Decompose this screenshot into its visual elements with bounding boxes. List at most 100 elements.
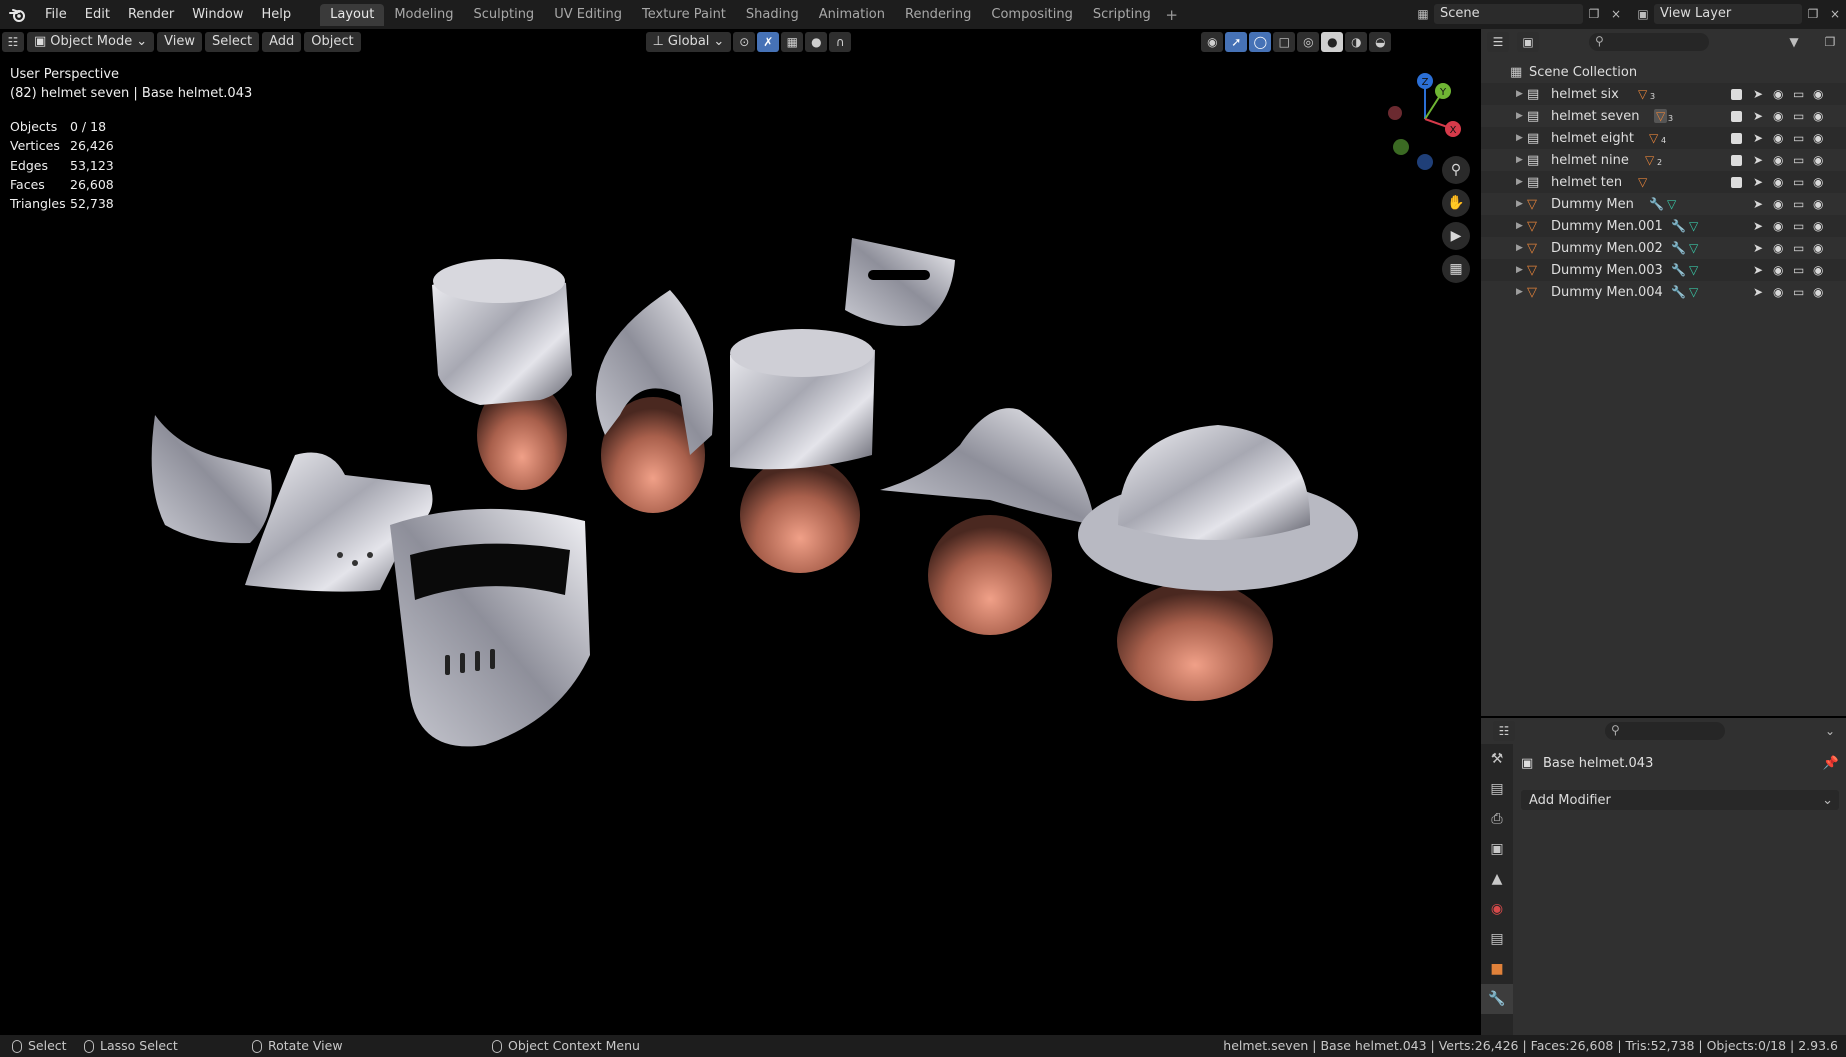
gizmo-toggle-icon[interactable]: ➚ xyxy=(1225,32,1248,52)
world-tab-icon[interactable]: ◉ xyxy=(1481,894,1513,924)
tab-layout[interactable]: Layout xyxy=(320,3,385,26)
tab-compositing[interactable]: Compositing xyxy=(981,4,1083,26)
filter-icon[interactable]: ▼ xyxy=(1783,32,1805,52)
xray-toggle-icon[interactable]: □ xyxy=(1273,32,1296,52)
rendered-shading-icon[interactable]: ◒ xyxy=(1369,32,1392,52)
eye-icon[interactable]: ◉ xyxy=(1773,131,1783,145)
solid-shading-icon[interactable]: ● xyxy=(1321,32,1344,52)
tab-shading[interactable]: Shading xyxy=(736,4,809,26)
new-view-layer-icon[interactable]: ❐ xyxy=(1802,4,1824,24)
modifier-tab-icon[interactable]: 🔧 xyxy=(1481,984,1513,1014)
3d-viewport[interactable]: ☷ ▣ Object Mode ⌄ View Select Add Object ⊥… xyxy=(0,29,1480,1035)
outliner-row-dummy-men-003[interactable]: ▶ ▽ Dummy Men.003 🔧 ▽ ➤ ◉ ▭ ◉ xyxy=(1481,259,1846,281)
camera-render-icon[interactable]: ◉ xyxy=(1813,197,1823,211)
render-tab-icon[interactable]: ▤ xyxy=(1481,774,1513,804)
expand-arrow-icon[interactable]: ▶ xyxy=(1516,199,1523,209)
camera-render-icon[interactable]: ◉ xyxy=(1813,153,1823,167)
selectable-arrow-icon[interactable]: ➤ xyxy=(1753,263,1763,277)
menu-select[interactable]: Select xyxy=(204,32,260,52)
falloff-icon[interactable]: ∩ xyxy=(829,32,852,52)
menu-window[interactable]: Window xyxy=(183,0,252,29)
expand-arrow-icon[interactable]: ▶ xyxy=(1516,111,1523,121)
helmet-bevor[interactable] xyxy=(845,238,955,326)
transform-orientation-selector[interactable]: ⊥ Global ⌄ xyxy=(645,32,732,52)
tab-rendering[interactable]: Rendering xyxy=(895,4,981,26)
outliner-editor-type-icon[interactable]: ☰ xyxy=(1487,32,1509,52)
tab-texture-paint[interactable]: Texture Paint xyxy=(632,4,736,26)
modifier-wrench-icon[interactable]: 🔧 xyxy=(1671,263,1686,277)
monitor-icon[interactable]: ▭ xyxy=(1793,175,1804,189)
properties-search-input[interactable]: ⚲ xyxy=(1605,722,1725,740)
pin-icon[interactable]: 📌 xyxy=(1823,756,1839,771)
delete-view-layer-icon[interactable]: × xyxy=(1824,4,1846,24)
exclude-checkbox[interactable] xyxy=(1731,132,1742,144)
camera-render-icon[interactable]: ◉ xyxy=(1813,131,1823,145)
eye-icon[interactable]: ◉ xyxy=(1773,285,1783,299)
camera-render-icon[interactable]: ◉ xyxy=(1813,87,1823,101)
selectable-arrow-icon[interactable]: ➤ xyxy=(1753,219,1763,233)
camera-render-icon[interactable]: ◉ xyxy=(1813,285,1823,299)
proportional-editing-icon[interactable]: ● xyxy=(805,32,828,52)
outliner-row-scene-collection[interactable]: ▦ Scene Collection xyxy=(1481,61,1846,83)
selectable-arrow-icon[interactable]: ➤ xyxy=(1753,197,1763,211)
expand-arrow-icon[interactable]: ▶ xyxy=(1516,155,1523,165)
mesh-data-icon[interactable]: ▽ xyxy=(1689,285,1698,299)
display-mode-icon[interactable]: ▣ xyxy=(1517,32,1539,52)
outliner-row-helmet-nine[interactable]: ▶ ▤ helmet nine ▽ 2 ➤ ◉ ▭ ◉ xyxy=(1481,149,1846,171)
add-workspace-button[interactable]: + xyxy=(1161,6,1183,24)
selectable-arrow-icon[interactable]: ➤ xyxy=(1753,87,1763,101)
pan-hand-icon[interactable]: ✋ xyxy=(1442,189,1470,217)
monitor-icon[interactable]: ▭ xyxy=(1793,153,1804,167)
menu-edit[interactable]: Edit xyxy=(76,0,119,29)
selectable-arrow-icon[interactable]: ➤ xyxy=(1753,241,1763,255)
monitor-icon[interactable]: ▭ xyxy=(1793,219,1804,233)
mesh-data-icon[interactable]: ▽ xyxy=(1689,219,1698,233)
monitor-icon[interactable]: ▭ xyxy=(1793,87,1804,101)
monitor-icon[interactable]: ▭ xyxy=(1793,109,1804,123)
expand-arrow-icon[interactable]: ▶ xyxy=(1516,265,1523,275)
object-tab-icon[interactable]: ■ xyxy=(1481,954,1513,984)
zoom-icon[interactable]: ⚲ xyxy=(1442,156,1470,184)
camera-render-icon[interactable]: ◉ xyxy=(1813,175,1823,189)
chevron-down-icon[interactable]: ⌄ xyxy=(1819,721,1841,741)
expand-arrow-icon[interactable]: ▶ xyxy=(1516,133,1523,143)
tab-sculpting[interactable]: Sculpting xyxy=(463,4,544,26)
eye-icon[interactable]: ◉ xyxy=(1773,87,1783,101)
helmet-great-helm-front[interactable] xyxy=(390,508,590,747)
modifier-wrench-icon[interactable]: 🔧 xyxy=(1649,197,1664,211)
modifier-wrench-icon[interactable]: 🔧 xyxy=(1671,285,1686,299)
menu-help[interactable]: Help xyxy=(253,0,301,29)
mode-selector[interactable]: ▣ Object Mode ⌄ xyxy=(27,32,155,52)
selectable-arrow-icon[interactable]: ➤ xyxy=(1753,285,1763,299)
output-tab-icon[interactable]: ⎙ xyxy=(1481,804,1513,834)
camera-render-icon[interactable]: ◉ xyxy=(1813,109,1823,123)
exclude-checkbox[interactable] xyxy=(1731,176,1742,188)
outliner-row-dummy-men-001[interactable]: ▶ ▽ Dummy Men.001 🔧 ▽ ➤ ◉ ▭ ◉ xyxy=(1481,215,1846,237)
eye-icon[interactable]: ◉ xyxy=(1773,153,1783,167)
add-modifier-dropdown[interactable]: Add Modifier ⌄ xyxy=(1521,790,1839,810)
expand-arrow-icon[interactable]: ▶ xyxy=(1516,287,1523,297)
collection-tab-icon[interactable]: ▤ xyxy=(1481,924,1513,954)
helmet-visor-piece[interactable] xyxy=(151,415,272,544)
helmet-great-helm[interactable] xyxy=(432,259,572,490)
snap-icon[interactable]: ✗ xyxy=(757,32,780,52)
pivot-point-icon[interactable]: ⊙ xyxy=(733,32,756,52)
outliner-search-input[interactable]: ⚲ xyxy=(1589,33,1709,51)
menu-file[interactable]: File xyxy=(36,0,76,29)
new-collection-icon[interactable]: ❐ xyxy=(1819,32,1841,52)
menu-view[interactable]: View xyxy=(157,32,202,52)
outliner-row-helmet-ten[interactable]: ▶ ▤ helmet ten ▽ ➤ ◉ ▭ ◉ xyxy=(1481,171,1846,193)
scene-name-field[interactable]: Scene xyxy=(1434,4,1583,24)
camera-render-icon[interactable]: ◉ xyxy=(1813,219,1823,233)
outliner-row-dummy-men-002[interactable]: ▶ ▽ Dummy Men.002 🔧 ▽ ➤ ◉ ▭ ◉ xyxy=(1481,237,1846,259)
exclude-checkbox[interactable] xyxy=(1731,154,1742,166)
view-layer-name-field[interactable]: View Layer xyxy=(1654,4,1802,24)
menu-add[interactable]: Add xyxy=(262,32,302,52)
helmet-nasal-bascinet[interactable] xyxy=(595,290,714,513)
menu-render[interactable]: Render xyxy=(119,0,183,29)
view-layer-icon[interactable]: ▣ xyxy=(1632,4,1654,24)
delete-scene-icon[interactable]: × xyxy=(1605,4,1627,24)
camera-render-icon[interactable]: ◉ xyxy=(1813,263,1823,277)
expand-arrow-icon[interactable]: ▶ xyxy=(1516,221,1523,231)
view-layer-tab-icon[interactable]: ▣ xyxy=(1481,834,1513,864)
